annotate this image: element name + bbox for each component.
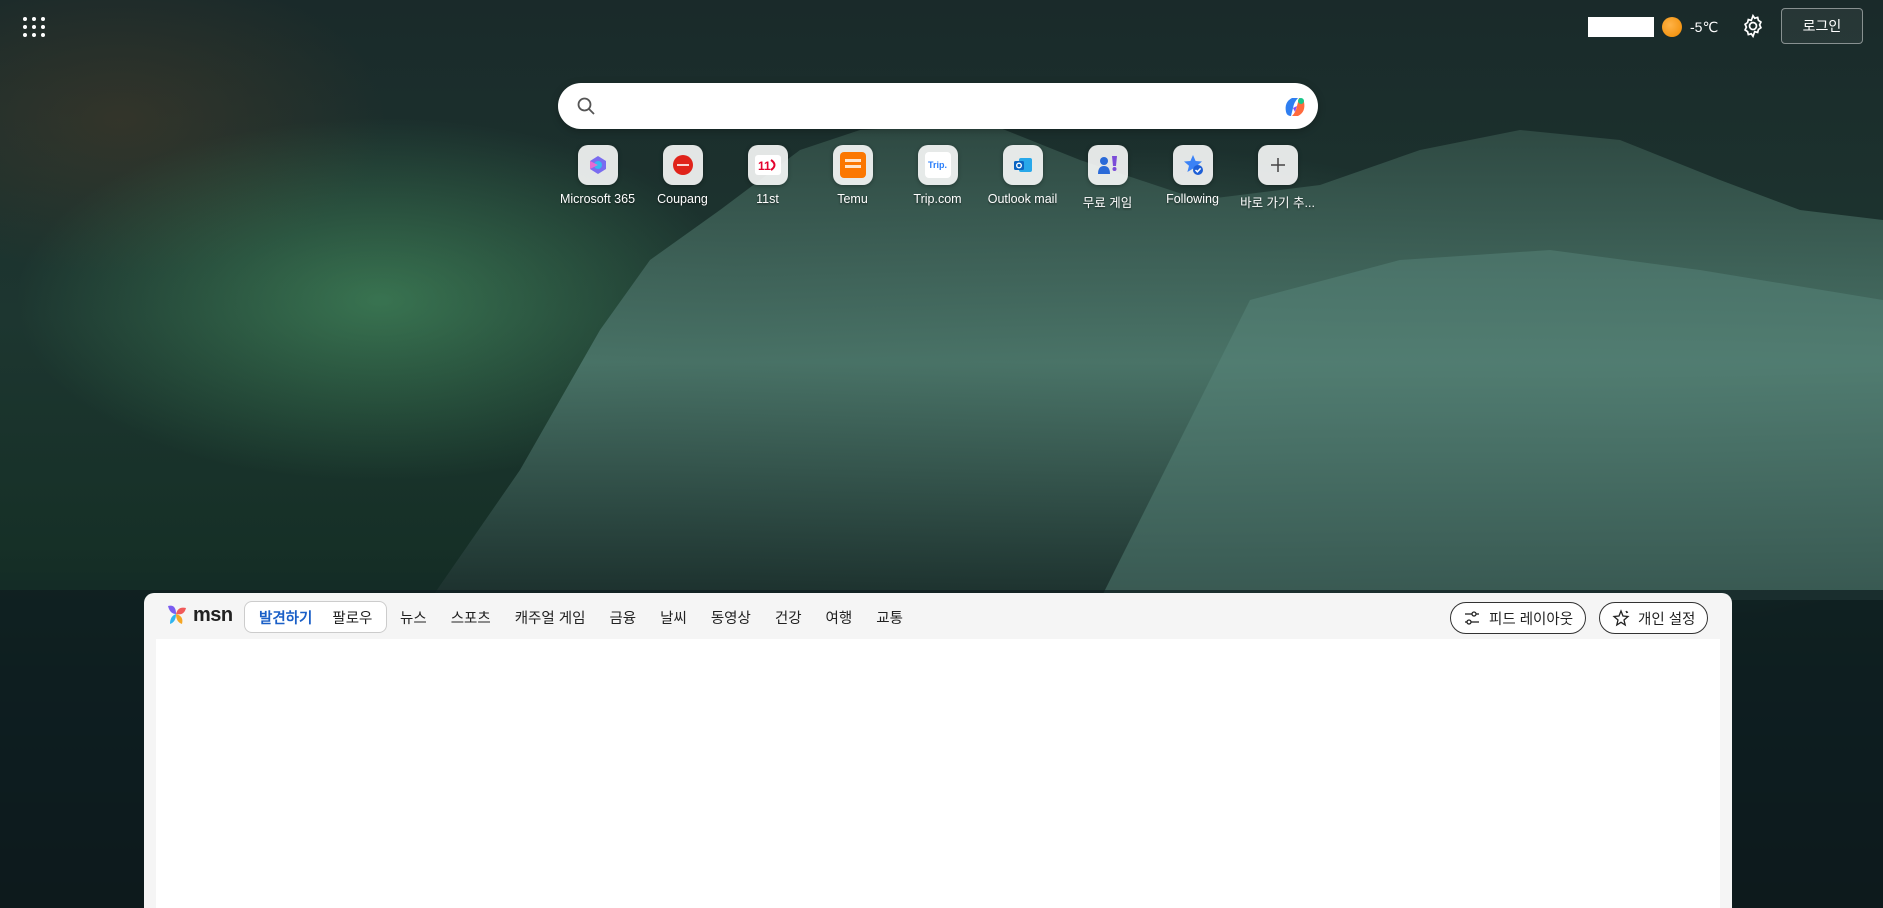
personalize-icon: [1612, 609, 1630, 627]
tripcom-icon: Trip.: [924, 152, 951, 178]
shortcut-11st[interactable]: 11 11st: [725, 145, 810, 211]
nav-video[interactable]: 동영상: [711, 607, 751, 628]
shortcut-coupang[interactable]: Coupang: [640, 145, 725, 211]
weather-temperature: -5℃: [1690, 18, 1719, 35]
shortcut-label: Outlook mail: [987, 192, 1058, 206]
shortcut-temu[interactable]: Temu: [810, 145, 895, 211]
tab-discover[interactable]: 발견하기: [249, 602, 322, 632]
shortcut-label: Microsoft 365: [559, 192, 636, 206]
feed-layout-button[interactable]: 피드 레이아웃: [1450, 602, 1587, 634]
outlook-icon: [1013, 158, 1032, 172]
microsoft365-icon: [589, 156, 606, 174]
shortcut-add[interactable]: 바로 가기 추...: [1235, 145, 1320, 211]
gear-icon[interactable]: [1740, 13, 1766, 39]
following-icon: [1183, 155, 1203, 175]
copilot-icon[interactable]: [1280, 92, 1310, 122]
msn-logo[interactable]: msn: [164, 602, 233, 628]
shortcut-games[interactable]: 무료 게임: [1065, 145, 1150, 211]
nav-finance[interactable]: 금융: [609, 607, 636, 628]
nav-news[interactable]: 뉴스: [400, 607, 427, 628]
shortcut-following[interactable]: Following: [1150, 145, 1235, 211]
nav-travel[interactable]: 여행: [826, 607, 853, 628]
shortcut-tripcom[interactable]: Trip. Trip.com: [895, 145, 980, 211]
personalize-button[interactable]: 개인 설정: [1599, 602, 1709, 634]
shortcut-label: 바로 가기 추...: [1240, 196, 1315, 210]
feed-toolbar: msn 발견하기 팔로우 뉴스 스포츠 캐주얼 게임 금융 날씨 동영상 건강 …: [144, 593, 1732, 639]
nav-health[interactable]: 건강: [775, 607, 802, 628]
nav-casual-games[interactable]: 캐주얼 게임: [515, 607, 586, 628]
feed-content-area: [156, 639, 1720, 908]
feed-segment-control: 발견하기 팔로우: [244, 601, 388, 633]
shortcut-label: 11st: [756, 192, 779, 206]
nav-sports[interactable]: 스포츠: [451, 607, 491, 628]
games-icon: [1097, 156, 1117, 174]
svg-text:11: 11: [758, 159, 771, 173]
msn-logo-text: msn: [193, 603, 233, 626]
svg-text:Trip.: Trip.: [928, 160, 947, 170]
shortcuts-row: Microsoft 365 Coupang 11 11st Temu Trip.…: [555, 145, 1320, 211]
coupang-icon: [672, 155, 693, 175]
shortcut-outlook[interactable]: Outlook mail: [980, 145, 1065, 211]
feed-nav: 뉴스 스포츠 캐주얼 게임 금융 날씨 동영상 건강 여행 교통: [400, 601, 927, 633]
weather-widget[interactable]: -5℃: [1588, 15, 1718, 39]
sun-icon: [1662, 17, 1682, 37]
shortcut-label: 무료 게임: [1082, 196, 1133, 210]
temu-icon: [839, 152, 866, 178]
msn-butterfly-icon: [168, 605, 186, 624]
shortcut-microsoft365[interactable]: Microsoft 365: [555, 145, 640, 211]
apps-launcher-button[interactable]: [18, 12, 48, 42]
feed-layout-label: 피드 레이아웃: [1489, 611, 1574, 628]
feed-panel: msn 발견하기 팔로우 뉴스 스포츠 캐주얼 게임 금융 날씨 동영상 건강 …: [144, 593, 1732, 908]
sliders-icon: [1465, 611, 1479, 625]
tab-following[interactable]: 팔로우: [322, 602, 382, 632]
shortcut-label: Trip.com: [913, 192, 962, 206]
login-button[interactable]: 로그인: [1781, 8, 1863, 44]
shortcut-label: Temu: [837, 192, 868, 206]
search-box[interactable]: [558, 83, 1318, 129]
shortcut-label: Following: [1166, 192, 1219, 206]
nav-weather[interactable]: 날씨: [660, 607, 687, 628]
location-box: [1588, 17, 1654, 37]
personalize-label: 개인 설정: [1638, 611, 1696, 628]
search-input[interactable]: [610, 91, 1254, 123]
search-icon: [577, 97, 595, 115]
shortcut-label: Coupang: [657, 192, 708, 206]
nav-traffic[interactable]: 교통: [876, 607, 903, 628]
11st-icon: 11: [754, 155, 781, 175]
add-icon: [1270, 158, 1285, 172]
